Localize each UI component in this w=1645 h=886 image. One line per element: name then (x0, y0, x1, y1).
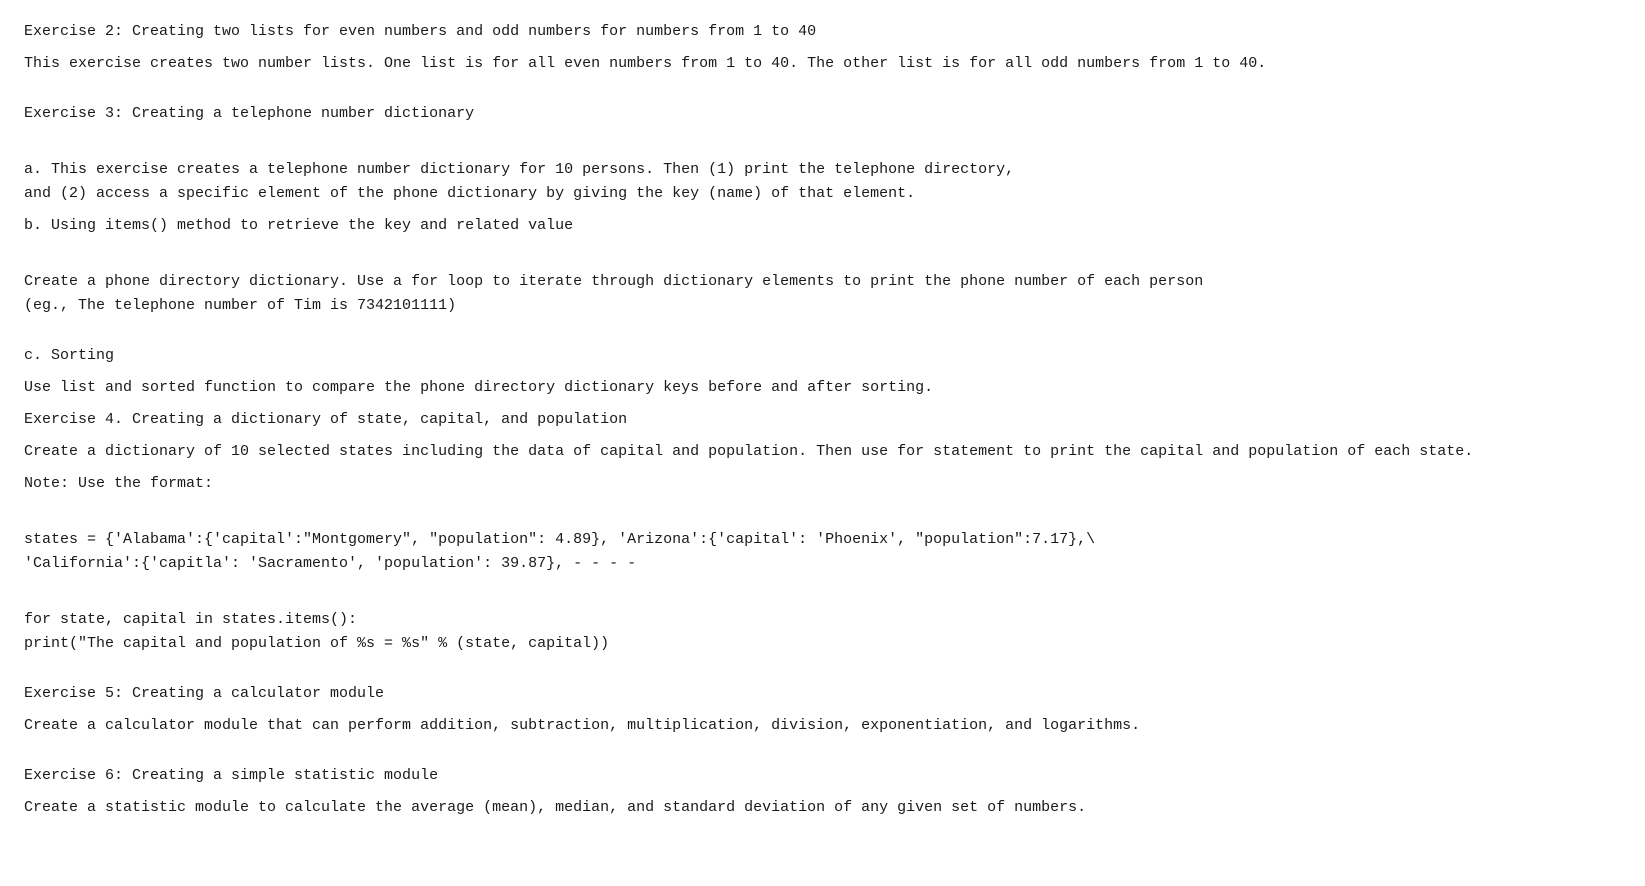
exercise4-note: Note: Use the format: (24, 472, 1621, 496)
exercise6-description: Create a statistic module to calculate t… (24, 796, 1621, 820)
exercise3-part-c-body: Use list and sorted function to compare … (24, 376, 1621, 400)
exercise2-title: Exercise 2: Creating two lists for even … (24, 20, 1621, 44)
exercise4-title: Exercise 4. Creating a dictionary of sta… (24, 408, 1621, 432)
exercise6-title: Exercise 6: Creating a simple statistic … (24, 764, 1621, 788)
exercise5-title: Exercise 5: Creating a calculator module (24, 682, 1621, 706)
exercise3-part-c-title: c. Sorting (24, 344, 1621, 368)
exercise2-description: This exercise creates two number lists. … (24, 52, 1621, 76)
spacer-2 (24, 326, 1621, 344)
exercise3-part-b-body: Create a phone directory dictionary. Use… (24, 246, 1621, 318)
page-content: Exercise 2: Creating two lists for even … (24, 20, 1621, 820)
exercise3-title: Exercise 3: Creating a telephone number … (24, 102, 1621, 126)
exercise4-code-block: states = {'Alabama':{'capital':"Montgome… (24, 504, 1621, 576)
exercise5-description: Create a calculator module that can perf… (24, 714, 1621, 738)
spacer-4 (24, 746, 1621, 764)
exercise3-part-a: a. This exercise creates a telephone num… (24, 134, 1621, 206)
spacer-3 (24, 664, 1621, 682)
exercise4-description: Create a dictionary of 10 selected state… (24, 440, 1621, 464)
spacer-1 (24, 84, 1621, 102)
exercise4-code-block-2: for state, capital in states.items(): pr… (24, 584, 1621, 656)
exercise3-part-b-title: b. Using items() method to retrieve the … (24, 214, 1621, 238)
